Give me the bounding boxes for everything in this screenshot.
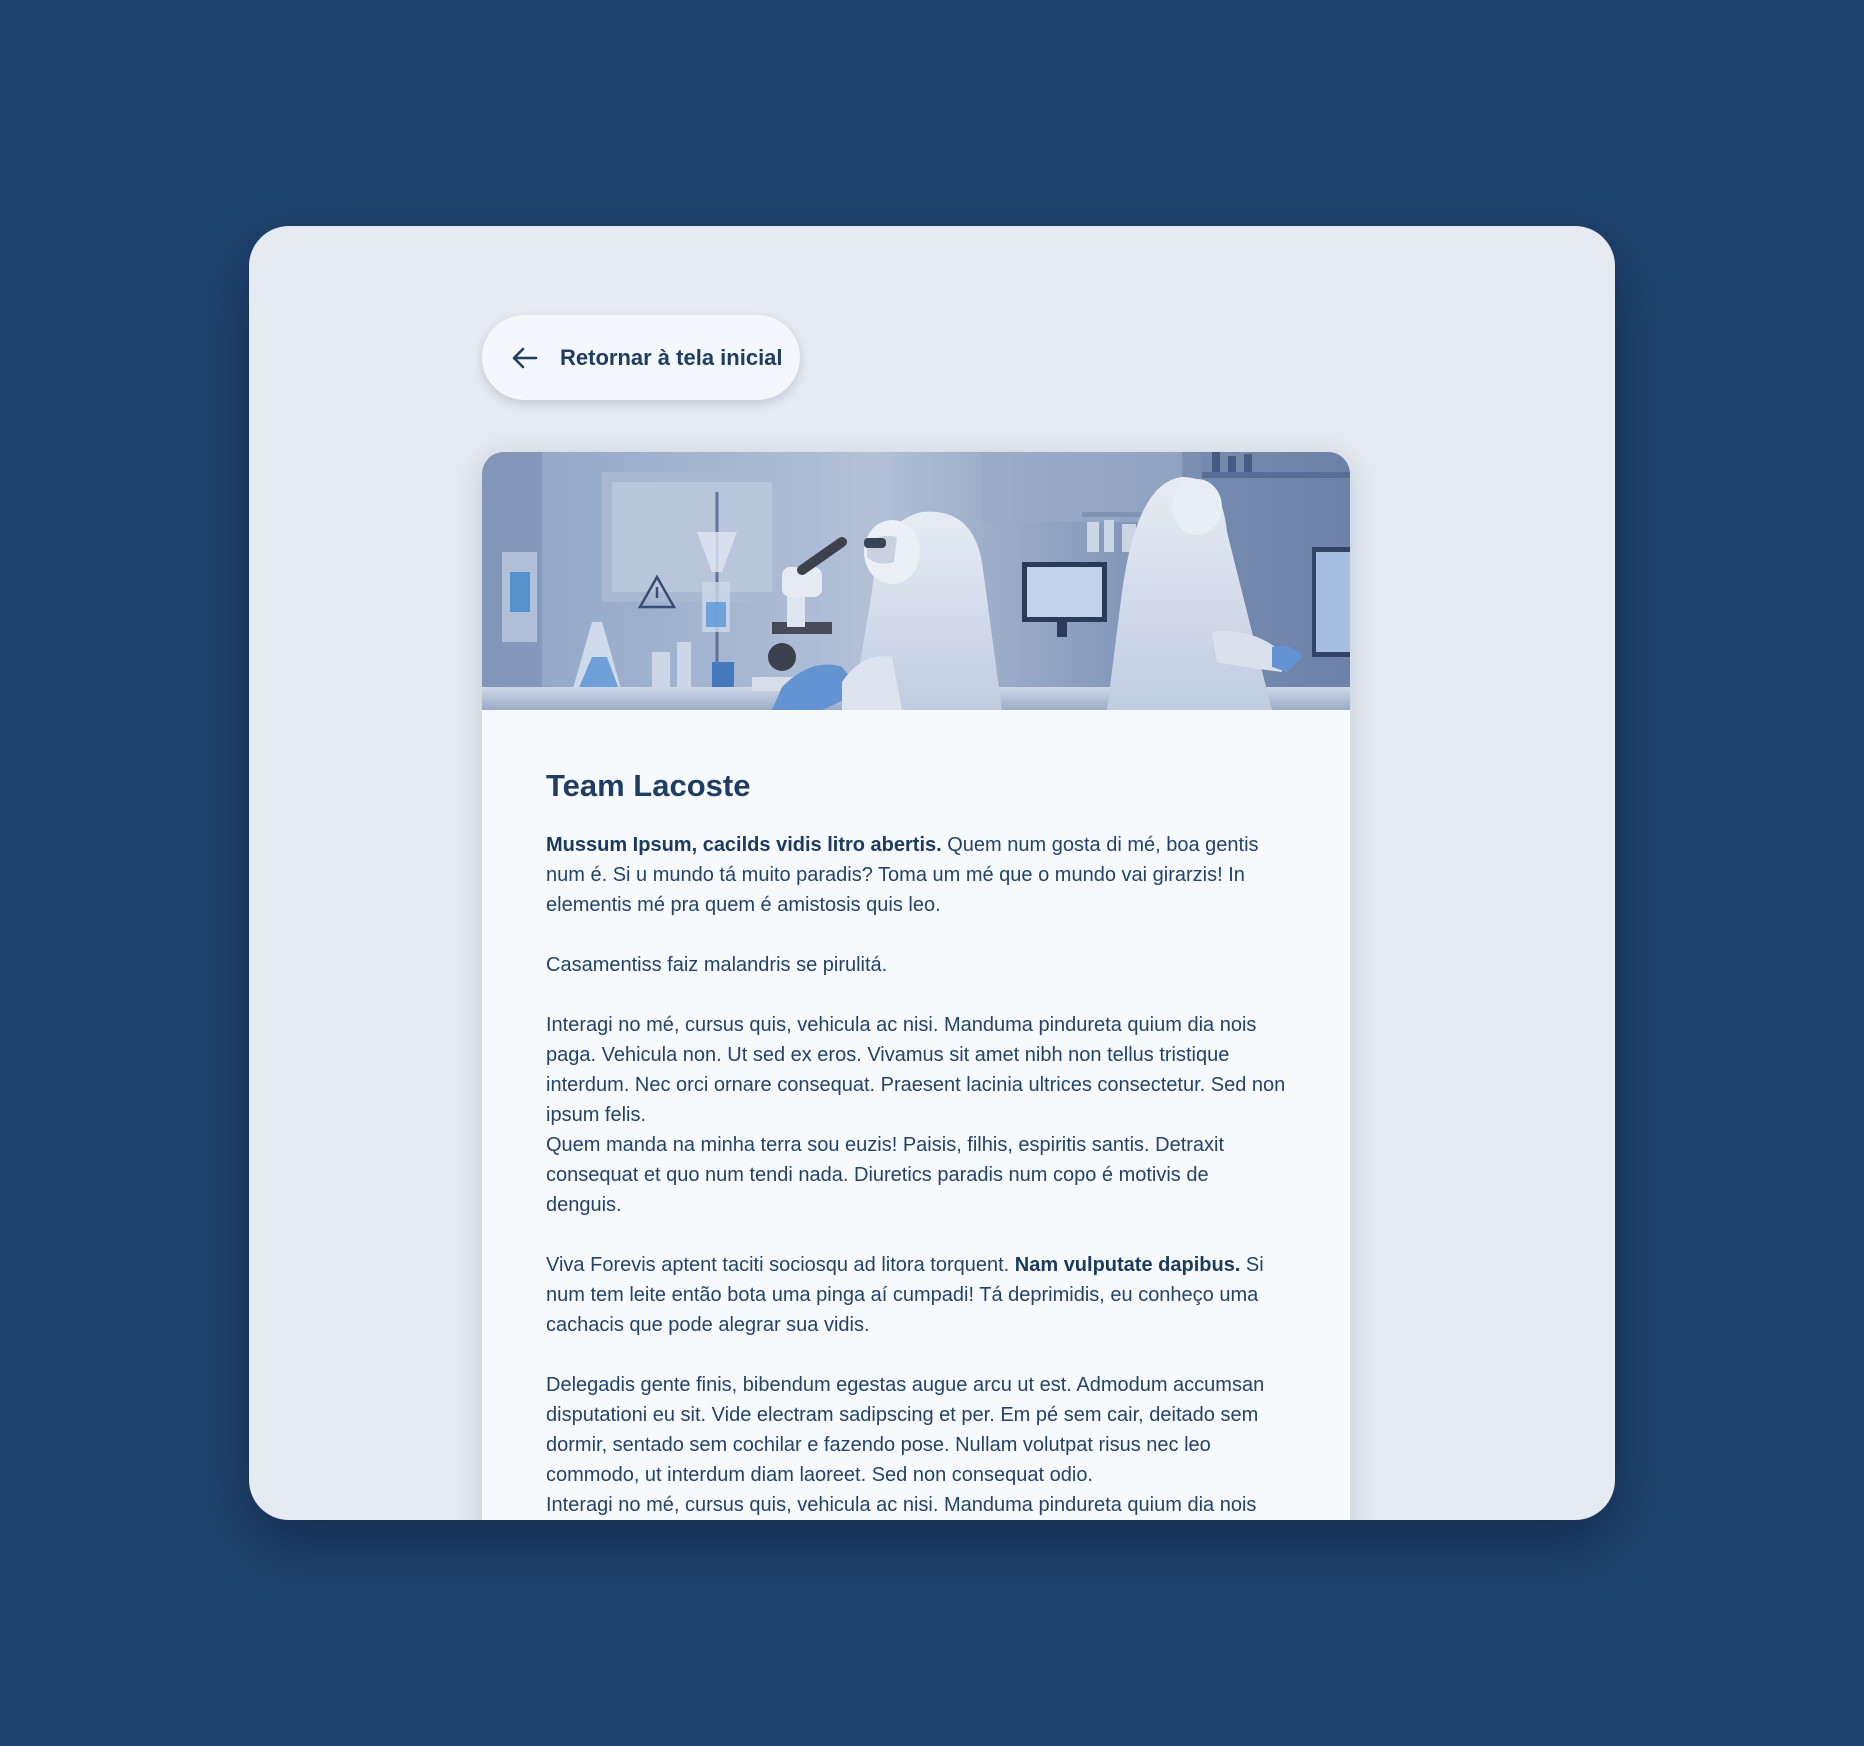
- paragraph-3-text-a: Interagi no mé, cursus quis, vehicula ac…: [546, 1014, 1286, 1126]
- paragraph-4: Viva Forevis aptent taciti sociosqu ad l…: [546, 1250, 1286, 1340]
- paragraph-4-text-a: Viva Forevis aptent taciti sociosqu ad l…: [546, 1254, 1015, 1276]
- back-button-label: Retornar à tela inicial: [560, 344, 783, 370]
- article-card: Team Lacoste Mussum Ipsum, cacilds vidis…: [482, 452, 1350, 1520]
- article-title: Team Lacoste: [546, 768, 751, 803]
- paragraph-2: Casamentiss faiz malandris se pirulitá.: [546, 950, 1286, 980]
- app-window: Retornar à tela inicial Team Lacoste Mus…: [249, 226, 1615, 1520]
- article-body: Team Lacoste Mussum Ipsum, cacilds vidis…: [482, 710, 1350, 1520]
- paragraph-3-text-b: Quem manda na minha terra sou euzis! Pai…: [546, 1134, 1225, 1216]
- back-to-home-button[interactable]: Retornar à tela inicial: [482, 315, 800, 400]
- paragraph-1-bold: Mussum Ipsum, cacilds vidis litro aberti…: [546, 834, 942, 856]
- paragraph-5-text-b: Interagi no mé, cursus quis, vehicula ac…: [546, 1494, 1257, 1516]
- arrow-left-icon: [510, 343, 540, 373]
- paragraph-4-bold: Nam vulputate dapibus.: [1014, 1254, 1241, 1276]
- paragraph-2-text: Casamentiss faiz malandris se pirulitá.: [546, 954, 888, 976]
- paragraph-1: Mussum Ipsum, cacilds vidis litro aberti…: [546, 830, 1286, 920]
- hero-lab-image: [482, 452, 1350, 710]
- paragraph-3: Interagi no mé, cursus quis, vehicula ac…: [546, 1010, 1286, 1220]
- paragraph-5: Delegadis gente finis, bibendum egestas …: [546, 1370, 1286, 1520]
- paragraph-5-text-a: Delegadis gente finis, bibendum egestas …: [546, 1374, 1265, 1486]
